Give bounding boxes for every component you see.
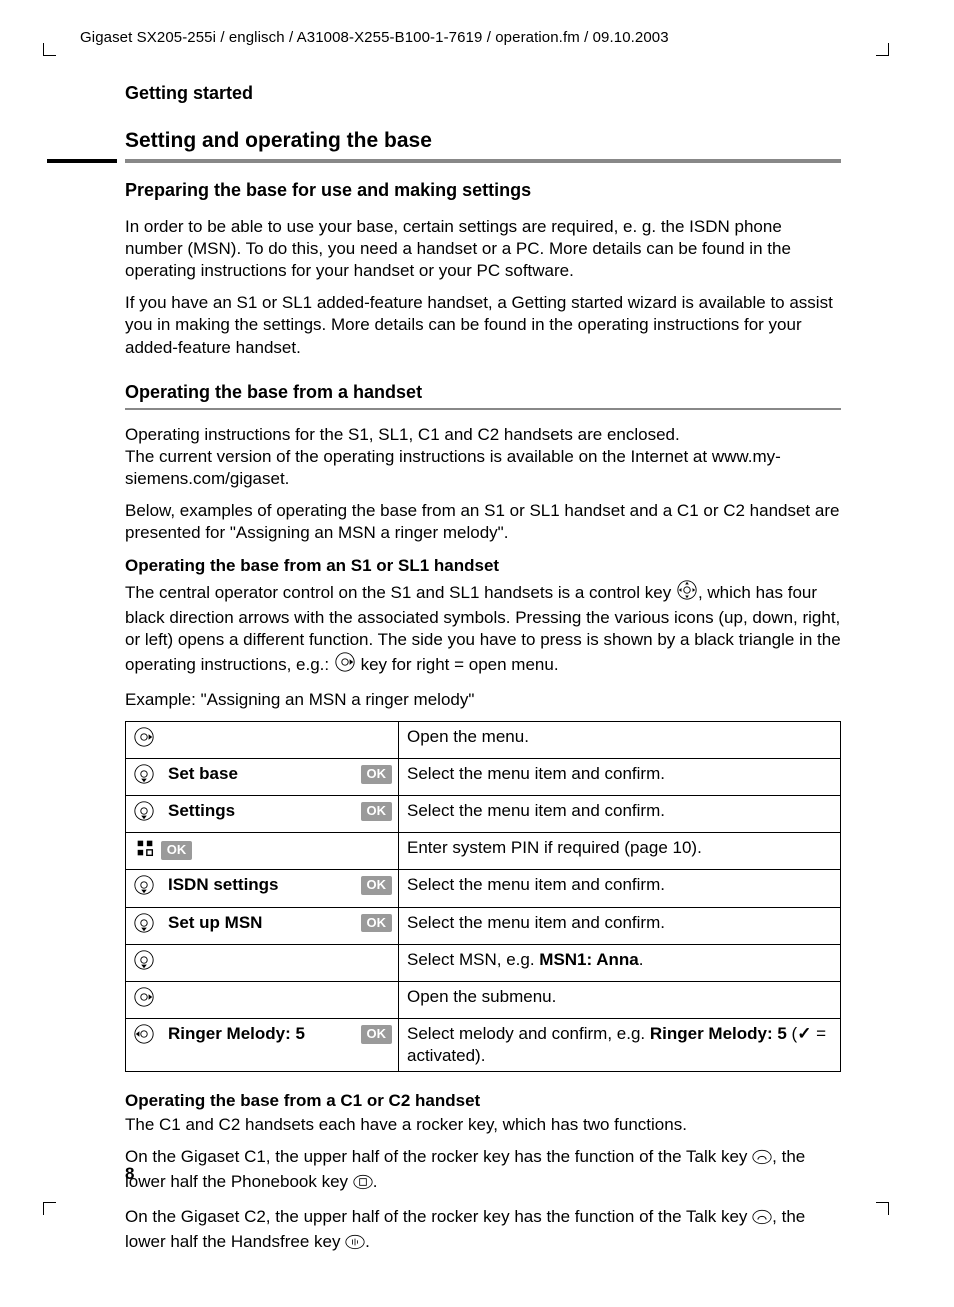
step-description: Select the menu item and confirm. [399, 796, 841, 833]
crop-mark [43, 43, 56, 56]
crop-mark [43, 1202, 56, 1215]
checkmark-icon: ✓ [797, 1024, 811, 1043]
paragraph: Example: "Assigning an MSN a ringer melo… [125, 689, 841, 711]
handsfree-key-icon [345, 1234, 365, 1256]
nav-key-all-icon [676, 579, 698, 607]
table-row: OK Enter system PIN if required (page 10)… [126, 833, 841, 870]
paragraph: Below, examples of operating the base fr… [125, 500, 841, 544]
step-label [158, 722, 346, 759]
nav-key-down-icon [126, 907, 159, 944]
paragraph: If you have an S1 or SL1 added-feature h… [125, 292, 841, 358]
step-label: Set base [158, 759, 346, 796]
step-label: Ringer Melody: 5 [158, 1018, 346, 1071]
table-row: Open the menu. [126, 722, 841, 759]
ok-cell: OK [346, 1018, 399, 1071]
heading-1: Setting and operating the base [125, 127, 841, 158]
paragraph: The C1 and C2 handsets each have a rocke… [125, 1114, 841, 1136]
ok-cell: OK [346, 870, 399, 907]
talk-key-icon [752, 1149, 772, 1171]
page: Gigaset SX205-255i / englisch / A31008-X… [0, 0, 954, 1307]
step-description: Select the menu item and confirm. [399, 907, 841, 944]
ok-badge: OK [361, 1025, 393, 1044]
heading-2: Preparing the base for use and making se… [125, 179, 841, 202]
step-label: Settings [158, 796, 346, 833]
subheading: Operating the base from an S1 or SL1 han… [125, 555, 841, 577]
ok-cell [346, 944, 399, 981]
table-row: Settings OK Select the menu item and confi… [126, 796, 841, 833]
ok-badge: OK [361, 765, 393, 784]
page-number: 8 [125, 1163, 134, 1185]
step-description: Open the submenu. [399, 981, 841, 1018]
ok-badge: OK [361, 802, 393, 821]
step-description: Open the menu. [399, 722, 841, 759]
paragraph: On the Gigaset C1, the upper half of the… [125, 1146, 841, 1196]
nav-key-down-icon [126, 870, 159, 907]
running-header: Gigaset SX205-255i / englisch / A31008-X… [80, 28, 669, 48]
ok-cell: OK [346, 759, 399, 796]
nav-key-down-icon [126, 796, 159, 833]
phonebook-key-icon [353, 1174, 373, 1196]
paragraph: In order to be able to use your base, ce… [125, 216, 841, 282]
nav-key-down-icon [126, 759, 159, 796]
nav-key-left-icon [126, 1018, 159, 1071]
ok-cell [346, 981, 399, 1018]
nav-key-down-icon [126, 944, 159, 981]
step-description: Select the menu item and confirm. [399, 870, 841, 907]
step-description: Select the menu item and confirm. [399, 759, 841, 796]
step-label: ISDN settings [158, 870, 346, 907]
step-description: Select MSN, e.g. MSN1: Anna. [399, 944, 841, 981]
step-description: Select melody and confirm, e.g. Ringer M… [399, 1018, 841, 1071]
step-label: Set up MSN [158, 907, 346, 944]
crop-mark [876, 43, 889, 56]
table-row: Select MSN, e.g. MSN1: Anna. [126, 944, 841, 981]
procedure-table: Open the menu. Set base OK Select the menu … [125, 721, 841, 1072]
paragraph: The central operator control on the S1 a… [125, 579, 841, 679]
subheading: Operating the base from a C1 or C2 hands… [125, 1090, 841, 1112]
ok-badge: OK [361, 914, 393, 933]
ok-cell: OK [346, 796, 399, 833]
section-label: Getting started [125, 82, 841, 105]
table-row: Open the submenu. [126, 981, 841, 1018]
paragraph: Operating instructions for the S1, SL1, … [125, 424, 841, 490]
step-label [158, 944, 346, 981]
heading-2: Operating the base from a handset [125, 381, 841, 410]
keypad-icon [134, 837, 156, 865]
table-row: Ringer Melody: 5 OK Select melody and conf… [126, 1018, 841, 1071]
ok-badge: OK [361, 876, 393, 895]
nav-key-right-icon [126, 722, 159, 759]
nav-key-right-icon [334, 651, 356, 679]
crop-mark [876, 1202, 889, 1215]
talk-key-icon [752, 1209, 772, 1231]
ok-cell: OK [346, 907, 399, 944]
heading-rule [125, 159, 841, 163]
nav-key-right-icon [126, 981, 159, 1018]
table-row: Set up MSN OK Select the menu item and con… [126, 907, 841, 944]
table-row: Set base OK Select the menu item and confi… [126, 759, 841, 796]
pin-entry-cell: OK [126, 833, 399, 870]
ok-badge: OK [161, 841, 193, 860]
paragraph: On the Gigaset C2, the upper half of the… [125, 1206, 841, 1256]
step-description: Enter system PIN if required (page 10). [399, 833, 841, 870]
content-area: Getting started Setting and operating th… [125, 82, 841, 1267]
table-row: ISDN settings OK Select the menu item and … [126, 870, 841, 907]
ok-cell [346, 722, 399, 759]
step-label [158, 981, 346, 1018]
